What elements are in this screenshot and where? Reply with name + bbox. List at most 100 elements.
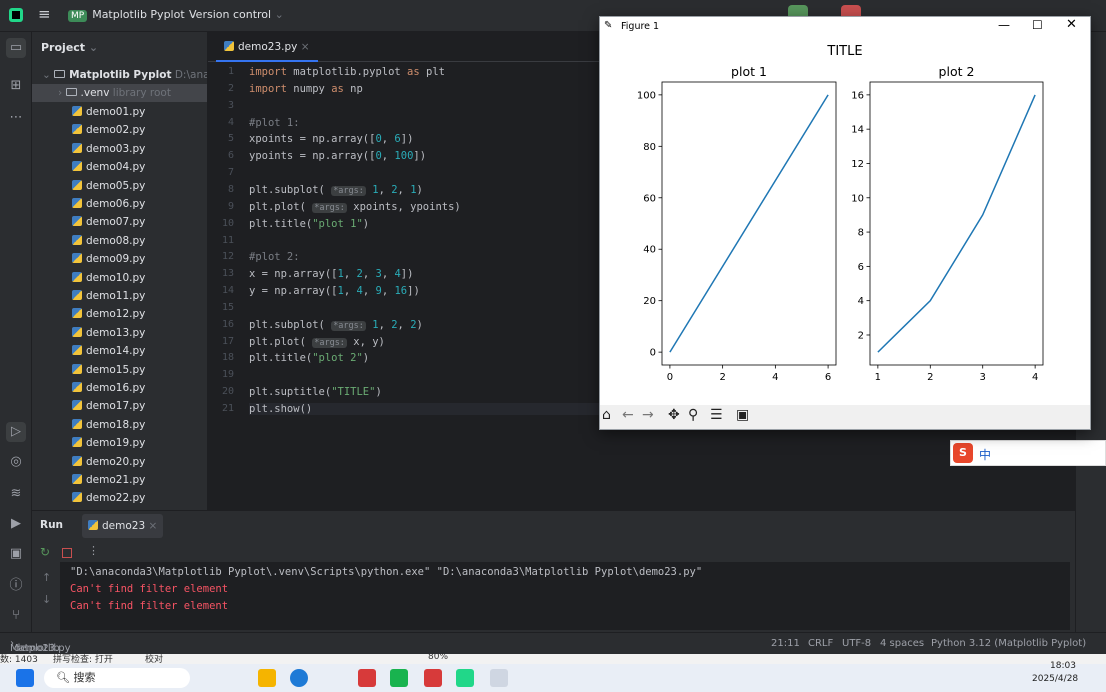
minimize-button[interactable]: — xyxy=(998,18,1010,32)
file-item[interactable]: demo11.py xyxy=(32,287,207,305)
layers-icon[interactable]: ≋ xyxy=(6,484,26,504)
file-item[interactable]: demo21.py xyxy=(32,471,207,489)
taskbar: 🔍︎ 搜索 18:03 2025/4/28 xyxy=(0,661,1106,692)
figure-taskbar-icon[interactable] xyxy=(490,669,508,687)
figure-canvas[interactable]: TITLE plot 10 2 4 6020406080100plot 21 2 3 424… xyxy=(600,37,1090,405)
code-line: plt.subplot( *args: 1, 2, 2) xyxy=(249,318,423,331)
wps-icon[interactable] xyxy=(424,669,442,687)
sogou-icon[interactable]: S xyxy=(953,443,973,463)
structure-icon[interactable]: ⊞ xyxy=(6,76,26,96)
save-icon[interactable]: ▣ xyxy=(736,407,749,423)
file-item[interactable]: demo20.py xyxy=(32,453,207,471)
file-item[interactable]: demo22.py xyxy=(32,489,207,507)
more-icon[interactable]: ⋮ xyxy=(88,544,99,557)
stop-icon[interactable] xyxy=(62,548,72,558)
services-icon[interactable]: ▶ xyxy=(6,514,26,534)
search-box[interactable]: 🔍︎ 搜索 xyxy=(44,668,190,688)
run-tab-label: demo23 xyxy=(102,520,146,532)
line-number: 9 xyxy=(227,200,234,212)
file-explorer-icon[interactable] xyxy=(258,669,276,687)
run-tab[interactable]: demo23 × xyxy=(82,514,164,538)
spell-check[interactable]: 拼写检查: 打开 xyxy=(53,654,113,664)
terminal-icon[interactable]: ▣ xyxy=(6,544,26,564)
python-file-icon xyxy=(72,179,82,190)
tree-root[interactable]: ⌄ Matplotlib Pyplot D:\anacond xyxy=(32,66,207,84)
file-item[interactable]: demo14.py xyxy=(32,342,207,360)
rerun-icon[interactable]: ↻ xyxy=(40,545,50,559)
python-file-icon xyxy=(72,418,82,429)
pan-icon[interactable]: ✥ xyxy=(668,407,680,423)
folder-icon[interactable]: ▭ xyxy=(6,38,26,58)
venv-note: library root xyxy=(112,87,171,99)
file-item[interactable]: demo02.py xyxy=(32,121,207,139)
back-icon[interactable]: ← xyxy=(622,407,634,423)
version-control-menu[interactable]: Version control ⌄ xyxy=(189,8,284,21)
close-button[interactable]: ✕ xyxy=(1066,17,1077,32)
proofread[interactable]: 校对 xyxy=(145,654,163,664)
file-item[interactable]: demo06.py xyxy=(32,195,207,213)
ime-toolbar[interactable]: S 中 xyxy=(950,440,1106,466)
project-panel-header[interactable]: Project ⌄ xyxy=(41,41,98,54)
forward-icon[interactable]: → xyxy=(642,407,654,423)
file-encoding[interactable]: UTF-8 xyxy=(842,638,871,649)
project-switcher[interactable]: MP Matplotlib Pyplot ⌄ xyxy=(68,8,197,22)
file-item[interactable]: demo07.py xyxy=(32,213,207,231)
axes-frame xyxy=(869,81,1044,366)
configure-subplots-icon[interactable]: ☰ xyxy=(710,407,723,423)
tree-venv[interactable]: › .venv library root xyxy=(32,84,207,102)
line-number: 15 xyxy=(221,301,234,313)
edge-icon[interactable] xyxy=(290,669,308,687)
zoom-level[interactable]: 80% xyxy=(428,654,448,662)
start-icon[interactable] xyxy=(16,669,34,687)
ime-lang[interactable]: 中 xyxy=(979,446,991,463)
scroll-down-icon[interactable]: ↓ xyxy=(42,593,51,606)
breadcrumb[interactable]: Matplotlib Pyplot › demo23.py xyxy=(10,638,71,665)
y-tick-label: 8 xyxy=(858,228,864,239)
close-icon[interactable]: × xyxy=(148,520,157,532)
file-item[interactable]: demo04.py xyxy=(32,158,207,176)
tab-demo23[interactable]: demo23.py × xyxy=(216,32,318,62)
file-name: demo13.py xyxy=(86,326,146,339)
file-item[interactable]: demo19.py xyxy=(32,434,207,452)
file-item[interactable]: demo12.py xyxy=(32,305,207,323)
line-number: 17 xyxy=(221,335,234,347)
line-separator[interactable]: CRLF xyxy=(808,638,833,649)
wechat-icon[interactable] xyxy=(390,669,408,687)
file-item[interactable]: demo01.py xyxy=(32,103,207,121)
run-tool-icon[interactable]: ▷ xyxy=(6,422,26,442)
app-logo-icon[interactable] xyxy=(8,7,24,26)
indent-setting[interactable]: 4 spaces xyxy=(880,638,924,649)
run-output[interactable]: "D:\anaconda3\Matplotlib Pyplot\.venv\Sc… xyxy=(60,562,1070,630)
close-icon[interactable]: × xyxy=(301,41,310,53)
more-icon[interactable]: ⋯ xyxy=(6,108,26,128)
zoom-icon[interactable]: ⚲ xyxy=(688,407,698,423)
file-item[interactable]: demo17.py xyxy=(32,397,207,415)
wps-icon[interactable] xyxy=(358,669,376,687)
file-item[interactable]: demo16.py xyxy=(32,379,207,397)
file-item[interactable]: demo03.py xyxy=(32,140,207,158)
pycharm-icon[interactable] xyxy=(456,669,474,687)
home-icon[interactable]: ⌂ xyxy=(602,407,611,423)
file-item[interactable]: demo15.py xyxy=(32,361,207,379)
file-item[interactable]: demo10.py xyxy=(32,269,207,287)
problems-icon[interactable]: ⓘ xyxy=(6,576,26,596)
maximize-button[interactable]: ☐ xyxy=(1032,18,1043,32)
interpreter[interactable]: Python 3.12 (Matplotlib Pyplot) xyxy=(931,638,1086,649)
clock-date[interactable]: 2025/4/28 xyxy=(1032,674,1078,684)
main-menu-icon[interactable]: ≡ xyxy=(38,5,51,23)
clock-time[interactable]: 18:03 xyxy=(1050,661,1076,671)
file-item[interactable]: demo13.py xyxy=(32,324,207,342)
file-item[interactable]: demo18.py xyxy=(32,416,207,434)
scroll-up-icon[interactable]: ↑ xyxy=(42,571,51,584)
python-console-icon[interactable]: ◎ xyxy=(6,452,26,472)
caret-position[interactable]: 21:11 xyxy=(771,638,800,649)
y-tick-label: 16 xyxy=(851,90,864,101)
file-item[interactable]: demo08.py xyxy=(32,232,207,250)
python-file-icon xyxy=(72,455,82,466)
code-line: plt.plot( *args: xpoints, ypoints) xyxy=(249,200,461,213)
code-line: plt.title("plot 2") xyxy=(249,352,370,365)
folder-icon xyxy=(54,70,66,78)
git-icon[interactable]: ⑂ xyxy=(6,606,26,626)
file-item[interactable]: demo05.py xyxy=(32,177,207,195)
file-item[interactable]: demo09.py xyxy=(32,250,207,268)
